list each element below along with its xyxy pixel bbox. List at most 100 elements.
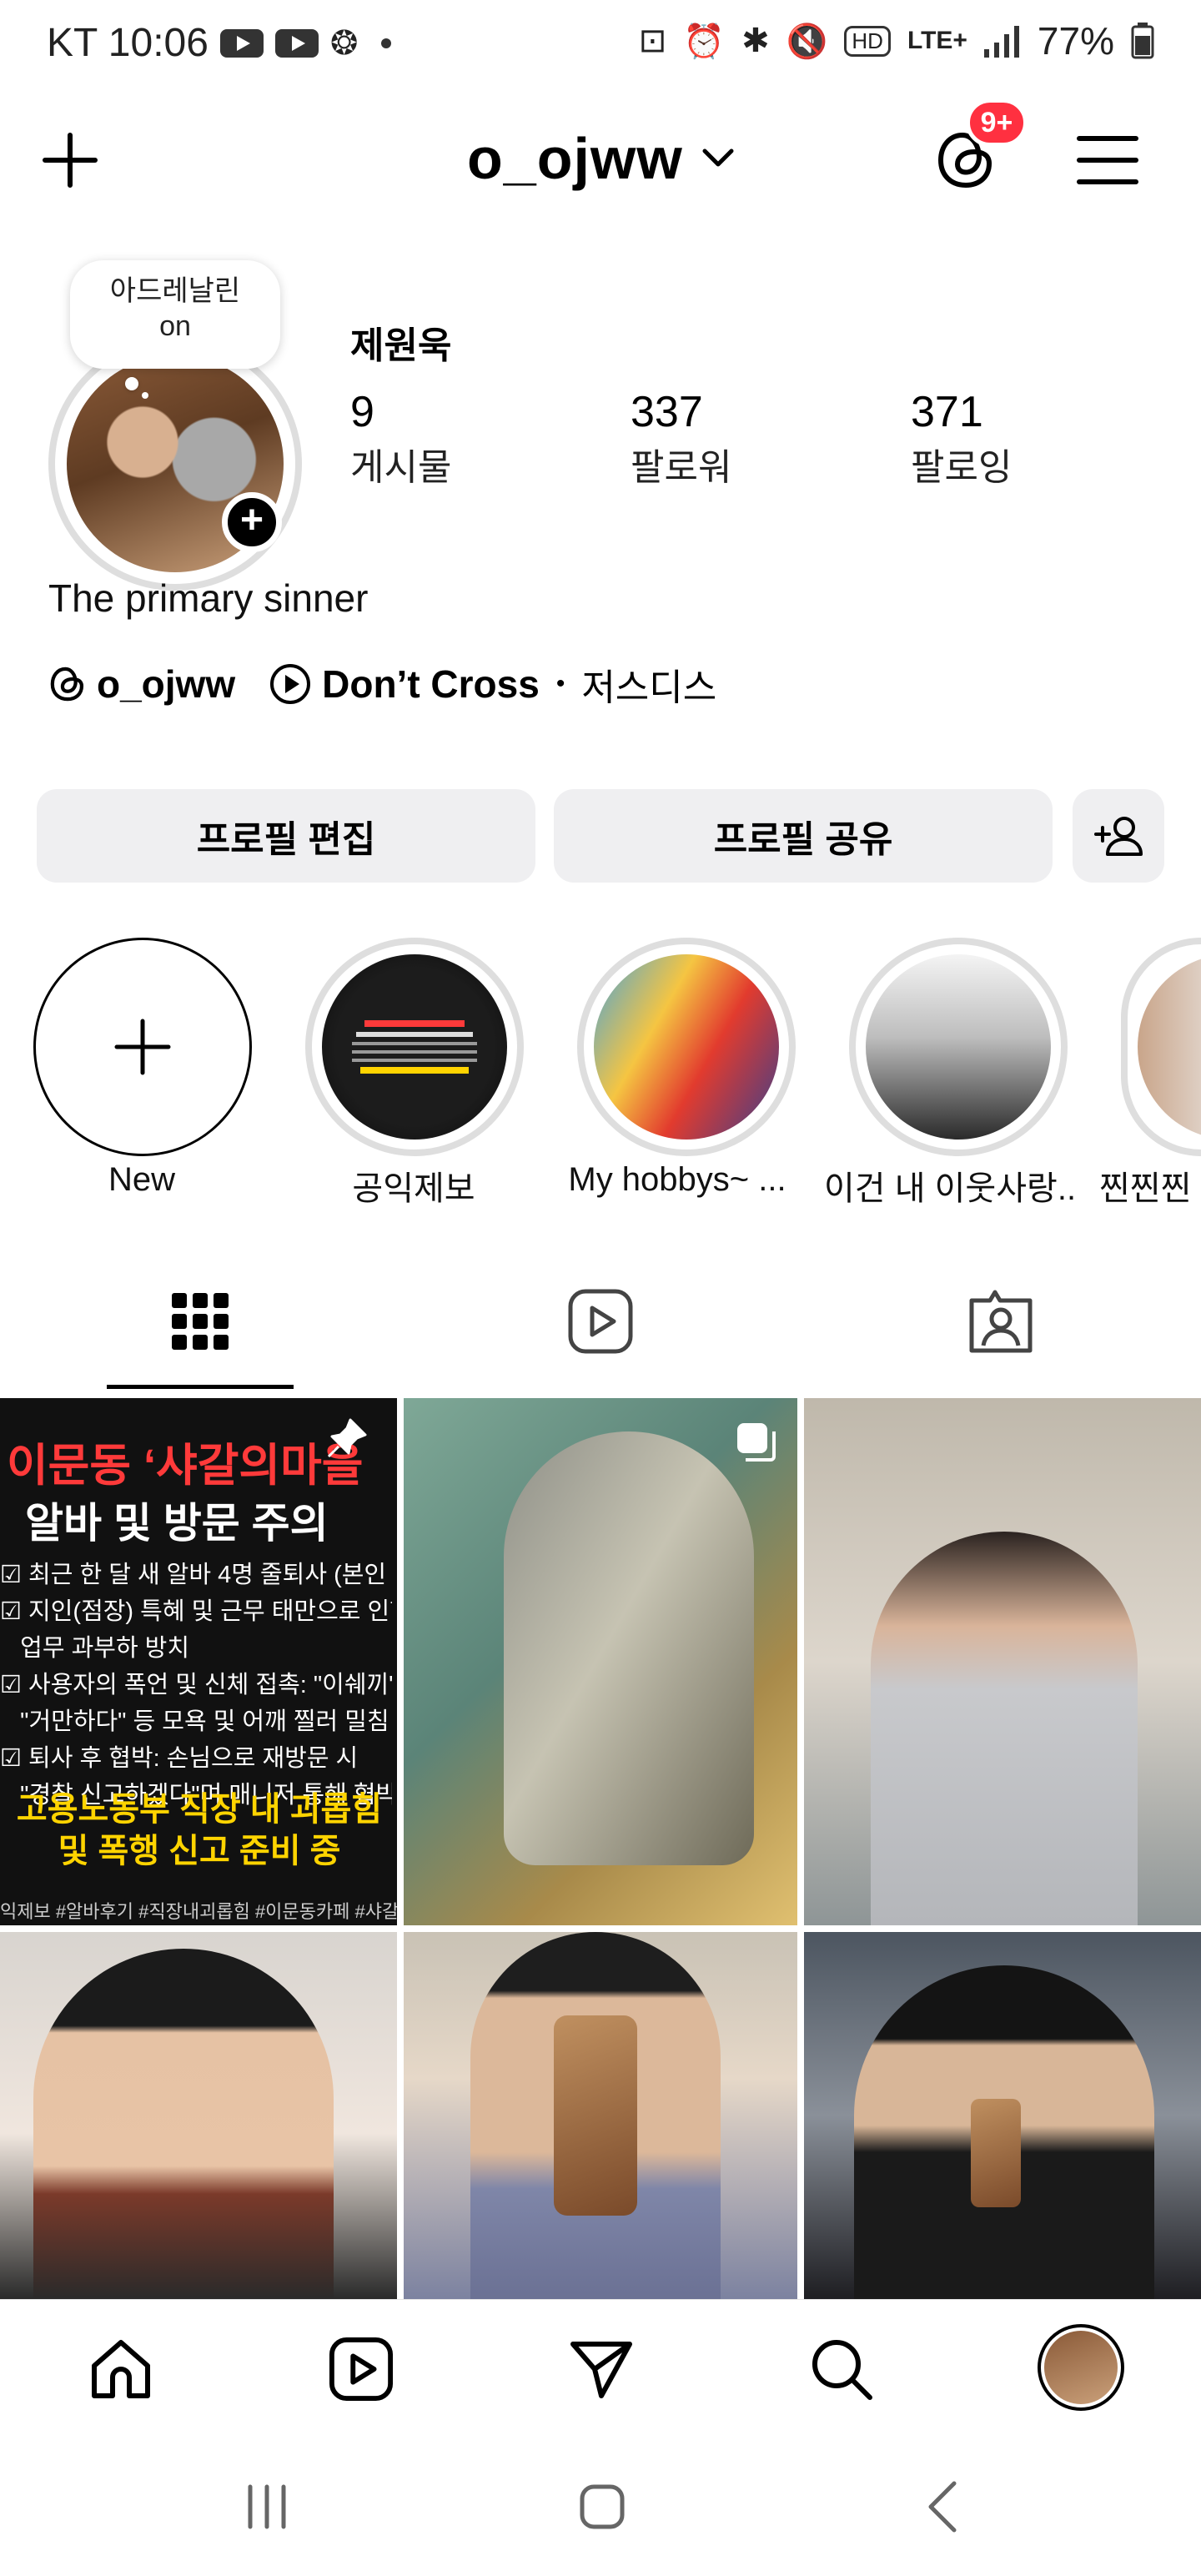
post-thumbnail[interactable] [804, 1932, 1201, 2299]
highlight-cover [866, 954, 1051, 1140]
home-icon [92, 2340, 150, 2398]
share-profile-label: 프로필 공유 [713, 819, 893, 860]
nav-messages[interactable] [555, 2336, 647, 2402]
music-separator: • [555, 670, 565, 697]
highlight-new[interactable] [33, 938, 252, 1156]
highlight-item[interactable] [849, 938, 1068, 1156]
threads-link[interactable]: o_ojww [48, 662, 235, 707]
hd-icon: HD [844, 25, 891, 57]
post-alert-line: 고용노동부 직장 내 괴롭힘 [16, 1791, 383, 1828]
active-tab-indicator [107, 1385, 294, 1389]
nav-profile[interactable] [1038, 2324, 1124, 2411]
recent-apps-button[interactable] [225, 2469, 309, 2544]
nav-reels[interactable] [315, 2336, 407, 2402]
note-tail [125, 377, 138, 390]
profile-links: o_ojww Don’t Cross • 저스디스 [48, 657, 716, 711]
plus-icon [43, 133, 98, 188]
status-bar: KT 10:06 ❂ ⊡ ⏰ ✱ 🔇 HD LTE+ 77% [0, 0, 1201, 90]
post-alert-line: 및 폭행 신고 준비 중 [58, 1833, 341, 1869]
highlight-label: 이건 내 이웃사랑... [824, 1170, 1074, 1207]
post-thumbnail[interactable] [404, 1398, 797, 1925]
music-link[interactable]: Don’t Cross • 저스디스 [269, 657, 716, 711]
highlight-label: My hobbys~ ... [568, 1161, 786, 1198]
edit-profile-label: 프로필 편집 [196, 819, 376, 860]
status-right: ⊡ ⏰ ✱ 🔇 HD LTE+ 77% [639, 18, 1154, 63]
play-circle-icon [270, 664, 311, 704]
stat-posts[interactable]: 9 게시물 [350, 387, 451, 491]
threads-handle: o_ojww [97, 662, 236, 706]
post-alert: 고용노동부 직장 내 괴롭힘 및 폭행 신고 준비 중 [12, 1789, 387, 1872]
edit-profile-button[interactable]: 프로필 편집 [37, 789, 535, 883]
back-button[interactable] [901, 2469, 984, 2544]
post-line: ☑ 퇴사 후 협박: 손님으로 재방문 시 [0, 1745, 359, 1772]
highlight-cover [1138, 954, 1201, 1140]
stat-following[interactable]: 371 팔로잉 [911, 387, 1012, 491]
carrier-time: KT 10:06 [47, 21, 209, 65]
send-icon [570, 2342, 632, 2398]
plus-icon [114, 1019, 171, 1075]
search-icon [812, 2340, 872, 2400]
highlight-cover [322, 954, 507, 1140]
tab-posts[interactable] [133, 1280, 267, 1363]
menu-button[interactable] [1071, 123, 1144, 197]
menu-icon [1077, 136, 1138, 184]
brain-icon: ❂ [329, 24, 359, 62]
post-line: ☑ 최근 한 달 새 알바 4명 줄퇴사 (본인 포 [0, 1562, 392, 1588]
post-image [33, 1949, 334, 2299]
create-button[interactable] [33, 123, 107, 197]
post-line: "거만하다" 등 모욕 및 어깨 찔러 밀침 [0, 1708, 389, 1735]
nav-search[interactable] [796, 2336, 887, 2402]
tab-tagged[interactable] [934, 1280, 1068, 1363]
username-label: o_ojww [467, 126, 683, 191]
chevron-down-icon [702, 148, 734, 167]
note-bubble[interactable]: 아드레날린 on [70, 260, 280, 369]
highlight-item[interactable] [577, 938, 796, 1156]
threads-icon [50, 667, 84, 702]
music-title: Don’t Cross [322, 662, 540, 706]
bluetooth-icon: ✱ [741, 23, 770, 59]
post-subtitle: 알바 및 방문 주의 [25, 1500, 329, 1547]
reels-icon [568, 1289, 633, 1354]
phone-in-hand [971, 2099, 1021, 2207]
multi-post-icon [737, 1423, 776, 1462]
post-line: ☑ 사용자의 폭언 및 신체 접촉: "이쉐끼", [0, 1672, 392, 1698]
stat-followers[interactable]: 337 팔로워 [631, 387, 731, 491]
home-button[interactable] [560, 2469, 644, 2544]
post-image [504, 1431, 754, 1865]
tab-reels[interactable] [534, 1280, 667, 1363]
post-thumbnail[interactable] [804, 1398, 1201, 1925]
note-tail [142, 392, 148, 399]
lock-icon: ⊡ [638, 23, 667, 59]
tagged-icon [969, 1290, 1033, 1353]
highlight-label: 찐찐찐 [1099, 1170, 1192, 1207]
reels-icon [329, 2337, 394, 2402]
nav-home[interactable] [75, 2336, 167, 2402]
stat-label: 게시물 [350, 447, 452, 488]
post-thumbnail[interactable] [404, 1932, 797, 2299]
post-image [871, 1532, 1138, 1925]
add-story-button[interactable]: + [222, 492, 282, 552]
lte-icon: LTE+ [907, 27, 967, 54]
youtube-icon [274, 28, 319, 58]
stat-label: 팔로잉 [911, 447, 1013, 488]
discover-people-button[interactable] [1073, 789, 1164, 883]
highlight-item[interactable] [1121, 938, 1201, 1156]
post-thumbnail[interactable]: 이문동 ‘샤갈의마을 알바 및 방문 주의 ☑ 최근 한 달 새 알바 4명 줄… [0, 1398, 397, 1925]
battery-text: 77% [1037, 19, 1114, 63]
full-name: 제원욱 [350, 325, 452, 366]
stat-value: 371 [911, 388, 983, 436]
status-left: KT 10:06 ❂ [47, 20, 392, 66]
username-switcher[interactable]: o_ojww [467, 125, 735, 192]
youtube-icon [219, 28, 264, 58]
mute-icon: 🔇 [786, 23, 828, 60]
phone-in-hand [554, 2015, 637, 2216]
post-thumbnail[interactable] [0, 1932, 397, 2299]
stat-value: 337 [631, 388, 703, 436]
home-button-icon [580, 2484, 625, 2529]
post-line: ☑ 지인(점장) 특혜 및 근무 태만으로 인한 [0, 1598, 392, 1625]
share-profile-button[interactable]: 프로필 공유 [554, 789, 1053, 883]
add-person-icon [1094, 817, 1143, 856]
highlight-item[interactable] [305, 938, 524, 1156]
signal-icon [983, 26, 1019, 58]
post-line: 업무 과부하 방치 [0, 1635, 190, 1662]
